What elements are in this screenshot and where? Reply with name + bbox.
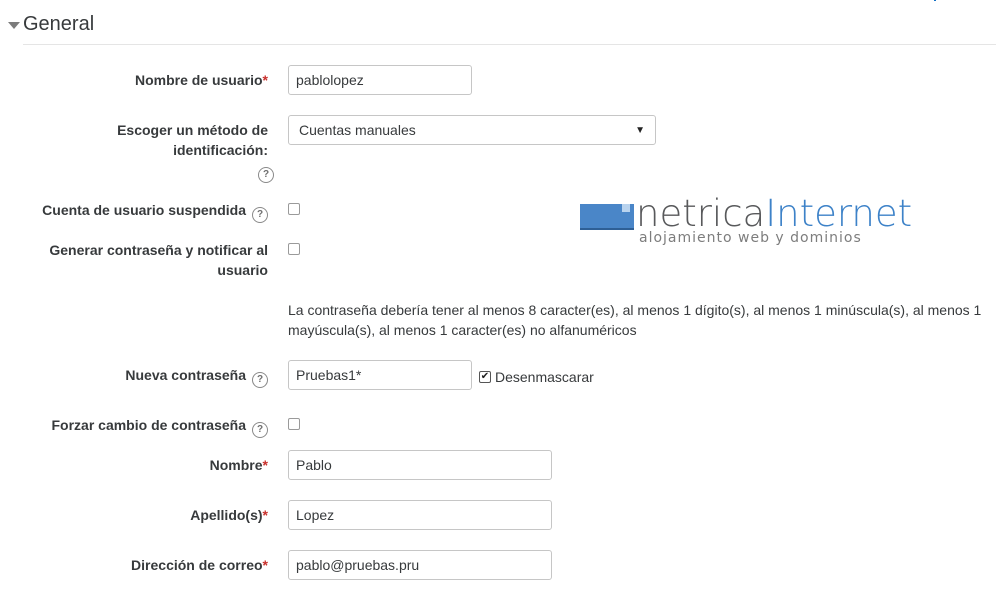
question-circle-icon[interactable]: ? (252, 372, 268, 388)
dropdown-arrow-icon: ▼ (635, 124, 645, 136)
section-divider (23, 44, 996, 45)
force-change-checkbox[interactable] (288, 418, 300, 430)
new-password-input[interactable] (288, 360, 472, 390)
question-circle-icon[interactable]: ? (252, 422, 268, 438)
firstname-label: Nombre* (209, 457, 268, 473)
firstname-input[interactable] (288, 450, 552, 480)
lastname-label: Apellido(s)* (190, 507, 268, 523)
lastname-input[interactable] (288, 500, 552, 530)
required-marker: * (262, 72, 268, 88)
email-input[interactable] (288, 550, 552, 580)
suspended-checkbox[interactable] (288, 203, 300, 215)
generate-password-label: Generar contraseña y notificar al usuario (49, 242, 268, 278)
username-input[interactable] (288, 65, 472, 95)
auth-method-selected: Cuentas manuales (299, 122, 416, 138)
section-title: General (23, 12, 95, 35)
question-circle-icon[interactable]: ? (252, 207, 268, 223)
email-label: Dirección de correo* (131, 557, 268, 573)
question-circle-icon[interactable]: ? (258, 167, 274, 183)
suspended-label: Cuenta de usuario suspendida? (42, 200, 268, 223)
required-marker: * (262, 557, 268, 573)
username-label: Nombre de usuario* (134, 72, 268, 88)
unmask-toggle[interactable]: ✔ Desenmascarar (479, 369, 594, 385)
logo-tagline: alojamiento web y dominios (639, 230, 862, 246)
required-marker: * (262, 507, 268, 523)
logo-mark-inner (622, 204, 630, 212)
caret-down-icon (8, 21, 20, 29)
force-change-label: Forzar cambio de contraseña? (51, 415, 268, 438)
generate-password-checkbox[interactable] (288, 243, 300, 255)
auth-method-select[interactable]: Cuentas manuales ▼ (288, 115, 656, 145)
unmask-checkbox[interactable]: ✔ (479, 371, 491, 383)
new-password-label: Nueva contraseña? (125, 365, 268, 388)
required-marker: * (262, 457, 268, 473)
logo-mark-underline (580, 228, 634, 230)
auth-method-label: Escoger un método de identificación: (117, 122, 268, 158)
logo-wordmark: netricaInternet (636, 192, 913, 235)
netrica-logo: netricaInternet alojamiento web y domini… (580, 192, 920, 252)
link-fragment (934, 0, 936, 1)
unmask-label: Desenmascarar (495, 369, 594, 385)
section-toggle-general[interactable]: General (8, 10, 94, 38)
password-policy-text: La contraseña debería tener al menos 8 c… (288, 302, 982, 338)
